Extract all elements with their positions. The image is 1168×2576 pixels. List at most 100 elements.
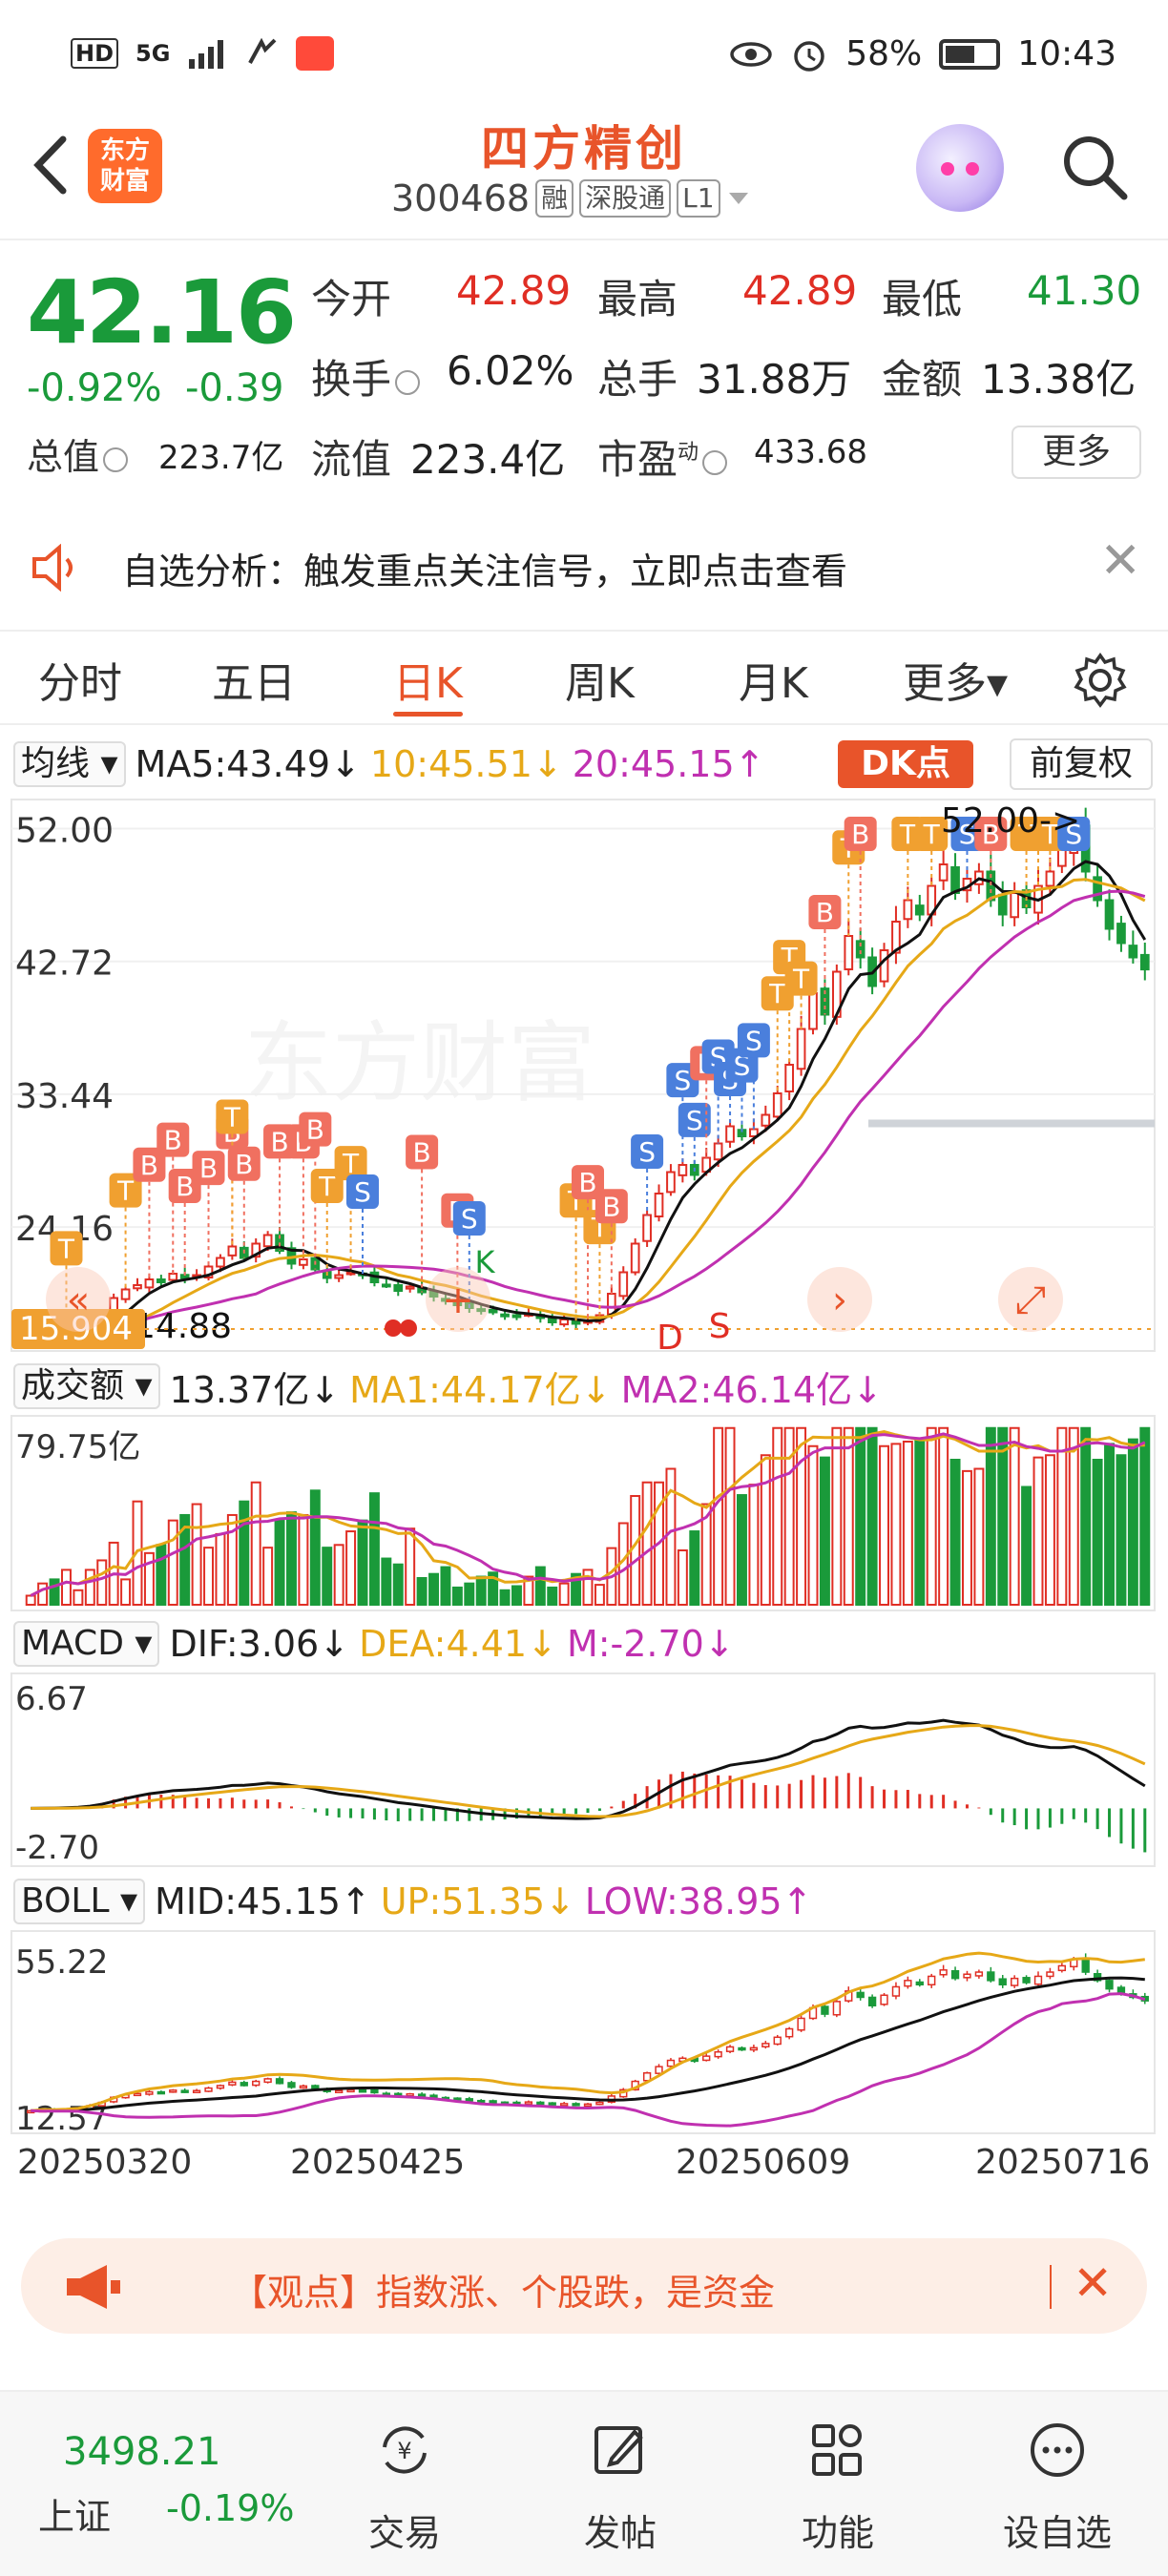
candle	[511, 1314, 522, 1319]
bottom-nav: 3498.21 上证 -0.19% ¥ 交易 发帖 功能 设自选	[0, 2390, 1168, 2576]
signal-letter: T	[792, 964, 810, 995]
close-icon[interactable]: ✕	[1073, 2255, 1113, 2311]
dk-point-button[interactable]: DK点	[838, 740, 973, 788]
candle	[334, 1274, 344, 1279]
search-icon[interactable]	[1059, 132, 1128, 200]
ma-selector[interactable]: 均线 ▾	[13, 741, 126, 787]
boll-chart[interactable]: 55.2212.57	[0, 1929, 1168, 2135]
boll-up: UP:51.35↓	[380, 1880, 575, 1922]
nav-add-watch[interactable]: 设自选	[981, 2419, 1134, 2556]
volume-bar	[392, 1563, 404, 1607]
float-label: 流值	[311, 436, 392, 483]
volume-chart[interactable]: 79.75亿	[0, 1414, 1168, 1612]
candle	[1116, 923, 1126, 945]
volume-bar	[416, 1576, 428, 1607]
tab-more[interactable]: 更多▾	[903, 649, 1008, 710]
candle	[1045, 870, 1055, 887]
candle	[156, 1278, 166, 1283]
gear-icon[interactable]	[1073, 653, 1128, 708]
tab-daily-k[interactable]: 日K	[393, 649, 463, 717]
boll-candle	[856, 1991, 865, 1999]
macd-selector[interactable]: MACD ▾	[13, 1621, 160, 1667]
boll-candle	[145, 2090, 154, 2095]
info-icon[interactable]	[395, 369, 421, 395]
signal-letter: B	[412, 1136, 430, 1168]
volume-bar	[239, 1500, 250, 1606]
candle	[168, 1273, 178, 1281]
volume-selector[interactable]: 成交额 ▾	[13, 1363, 160, 1409]
boll-candle	[334, 2089, 344, 2093]
stock-subtitle[interactable]: 300468 融 深股通 L1	[391, 177, 751, 219]
edit-icon	[594, 2426, 643, 2474]
volume-bar	[949, 1459, 961, 1606]
boll-candle	[950, 1969, 960, 1980]
volume-bar	[215, 1532, 226, 1606]
date-tick-0: 20250320	[17, 2143, 193, 2182]
low-annotation: 14.88	[134, 1307, 232, 1346]
volume-bar	[689, 1530, 700, 1606]
index-value[interactable]: 3498.21	[63, 2430, 220, 2474]
boll-selector[interactable]: BOLL ▾	[13, 1879, 146, 1924]
index-name[interactable]: 上证	[38, 2487, 111, 2540]
info-icon[interactable]	[702, 449, 728, 475]
volume-bar	[677, 1549, 688, 1606]
adjust-button[interactable]: 前复权	[1010, 738, 1153, 790]
date-tick-1: 20250425	[290, 2143, 466, 2182]
clock: 10:43	[1017, 34, 1116, 73]
low-label: 最低	[882, 276, 963, 322]
status-left: HD 5G	[71, 36, 335, 71]
signal-letter: S	[461, 1203, 478, 1235]
volume-bar	[286, 1511, 297, 1606]
candle	[713, 1142, 723, 1161]
tab-monthly-k[interactable]: 月K	[739, 649, 808, 710]
nav-trade[interactable]: ¥ 交易	[328, 2419, 481, 2556]
volume-bar	[1104, 1443, 1115, 1606]
nav-functions[interactable]: 功能	[761, 2419, 914, 2556]
tab-intraday[interactable]: 分时	[38, 649, 122, 710]
event-dot	[385, 1319, 402, 1337]
candle	[488, 1308, 498, 1314]
close-icon[interactable]: ✕	[1099, 532, 1141, 590]
kline-chart[interactable]: 东方财富52.0042.7233.4424.16TTBBBBBTBBBBTTSB…	[0, 798, 1168, 1355]
high-value: 42.89	[742, 267, 858, 314]
volume-bar	[855, 1426, 866, 1606]
signal-letter: T	[923, 819, 941, 850]
pe-value: 433.68	[754, 433, 867, 471]
candle	[405, 1285, 415, 1290]
volume-label: 总手	[597, 356, 678, 403]
assistant-robot-icon[interactable]	[916, 124, 1004, 212]
event-dot	[400, 1319, 417, 1337]
boll-candle	[180, 2089, 189, 2093]
analysis-notice[interactable]: 自选分析：触发重点关注信号，立即点击查看 ✕	[0, 515, 1168, 620]
more-quote-button[interactable]: 更多	[1012, 426, 1141, 479]
opinion-banner[interactable]: 【观点】指数涨、个股跌，是资金 ✕	[21, 2238, 1147, 2334]
volume-bar	[405, 1527, 416, 1606]
boll-candle	[429, 2094, 438, 2098]
volume-bar	[890, 1443, 902, 1606]
candle	[914, 904, 925, 916]
volume-bar	[191, 1503, 202, 1606]
candle	[903, 899, 913, 921]
candle	[642, 1214, 652, 1242]
boll-candle	[263, 2078, 272, 2084]
boll-candle	[1022, 1977, 1031, 1984]
boll-y-tick-top: 55.22	[15, 1943, 108, 1982]
signal-letter: B	[578, 1167, 596, 1198]
volume-bar	[902, 1441, 913, 1606]
tab-weekly-k[interactable]: 周K	[565, 649, 635, 710]
boll-candle	[928, 1975, 936, 1985]
info-icon[interactable]	[103, 447, 129, 472]
nav-post[interactable]: 发帖	[544, 2419, 697, 2556]
chart-frame	[10, 1930, 1156, 2134]
index-percent[interactable]: -0.19%	[166, 2487, 294, 2529]
tab-five-day[interactable]: 五日	[212, 649, 296, 710]
volume-bar	[1116, 1454, 1127, 1606]
volume-bar	[464, 1582, 475, 1607]
nav-add-watch-label: 设自选	[1002, 2512, 1112, 2554]
boll-candle	[559, 2103, 569, 2107]
macd-chart[interactable]: 6.67 -2.70	[0, 1672, 1168, 1868]
macd-dea: DEA:4.41↓	[359, 1623, 557, 1665]
signal-letter: S	[745, 1025, 762, 1056]
high-annotation: 52.00->	[941, 801, 1080, 841]
boll-candle	[1010, 1977, 1019, 1986]
